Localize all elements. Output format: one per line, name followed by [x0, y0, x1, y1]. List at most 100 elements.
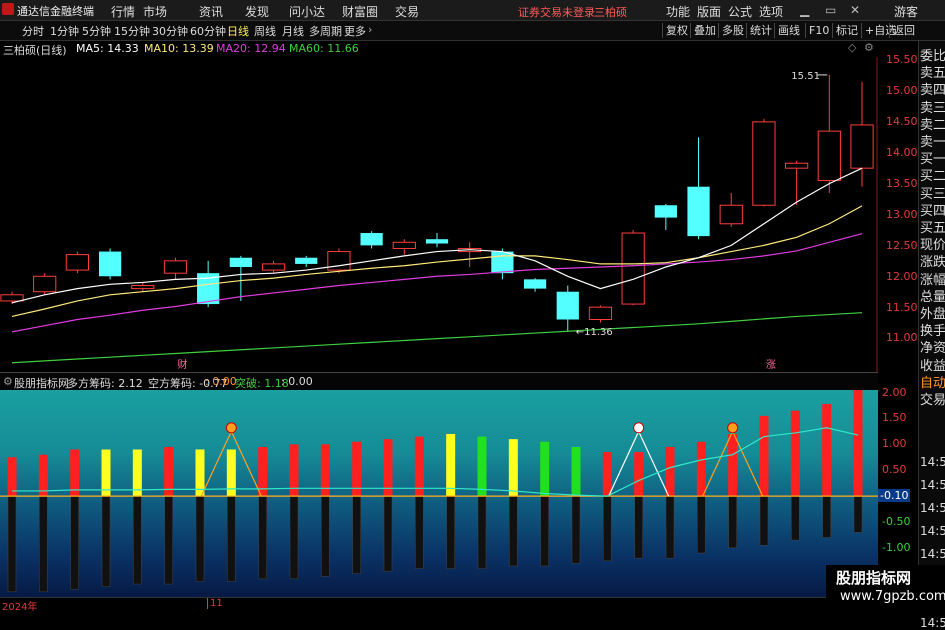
menu-item-function[interactable]: 功能	[666, 3, 690, 20]
bull-chip-bar	[822, 403, 832, 497]
price-tick: 15.50	[886, 53, 918, 66]
candle-body	[229, 257, 252, 267]
bull-chip-bar	[508, 439, 518, 497]
bull-chip-bar	[728, 433, 738, 497]
bear-chip-bar	[822, 495, 831, 538]
indicator-bull-value: 多方筹码: 2.12	[67, 377, 143, 390]
indicator-settings-icon[interactable]: ⚙	[3, 375, 13, 388]
adjust-button[interactable]: 复权	[662, 23, 691, 38]
bull-chip-bar	[665, 446, 675, 497]
price-tick: 14.00	[886, 146, 918, 159]
bull-chip-bar	[446, 433, 456, 497]
menu-item-formula[interactable]: 公式	[728, 3, 752, 20]
mark-button[interactable]: 标记	[832, 23, 861, 38]
login-warning[interactable]: 证券交易未登录	[518, 4, 595, 20]
side-panel-label: 买三	[920, 186, 945, 202]
diamond-icon[interactable]: ◇	[848, 41, 856, 54]
app-title: 通达信金融终端	[17, 5, 94, 18]
menu-item-options[interactable]: 选项	[759, 3, 783, 20]
bull-chip-bar	[101, 449, 111, 497]
indicator-panel[interactable]	[0, 390, 878, 597]
tab-60min[interactable]: 60分钟	[190, 23, 226, 39]
candle-body	[425, 239, 449, 244]
bull-chip-bar	[383, 439, 393, 497]
tab-timeshare[interactable]: 分时	[22, 23, 44, 39]
menu-item-trade[interactable]: 交易	[395, 3, 419, 20]
menu-item-news[interactable]: 资讯	[199, 3, 223, 20]
settings-icon[interactable]: ⚙	[864, 41, 874, 54]
chart-background	[0, 57, 878, 372]
indicator-value-5: : 0.00	[281, 375, 313, 388]
bull-chip-bar	[477, 436, 487, 497]
indicator-name[interactable]: 股朋指标网	[14, 375, 69, 391]
menu-item-discover[interactable]: 发现	[245, 3, 269, 20]
bear-chip-bar	[697, 495, 706, 554]
minimize-icon[interactable]: ▁	[800, 3, 809, 17]
bull-chip-bar	[7, 457, 17, 497]
candle-body	[360, 233, 383, 246]
draw-line-button[interactable]: 画线	[774, 23, 803, 38]
candlestick-chart[interactable]: 15.51 ←11.36 财 涨	[0, 57, 878, 372]
side-panel-label[interactable]: 交易	[920, 389, 945, 408]
restore-icon[interactable]: ▭	[825, 3, 836, 17]
multi-stock-button[interactable]: 多股	[718, 23, 747, 38]
bear-chip-bar	[634, 495, 643, 559]
indicator-tick: 2.00	[882, 385, 907, 399]
price-tick: 13.00	[886, 208, 918, 221]
f10-button[interactable]: F10	[805, 23, 832, 38]
menu-item-wealth[interactable]: 财富圈	[342, 3, 378, 20]
side-panel-label: 外盘	[920, 307, 945, 322]
price-tick: 14.50	[886, 115, 918, 128]
tab-multi-period[interactable]: 多周期	[309, 23, 342, 39]
bear-chip-bar	[195, 495, 205, 582]
bear-chip-bar	[853, 495, 863, 533]
quote-side-panel: 委比 卖五 卖四 卖三 卖二 卖一 买一 买二 买三 买四 买五 现价 涨跌 涨幅 总量 外盘 换手 净资 收益 自动…	[918, 41, 945, 630]
tab-30min[interactable]: 30分钟	[152, 23, 188, 39]
bear-chip-bar	[7, 495, 17, 593]
candle-body	[588, 306, 613, 321]
ma-legend: 三柏硕(日线) MA5: 14.33 MA10: 13.39 MA20: 12.…	[0, 41, 878, 57]
indicator-header: ⚙ 股朋指标网 多方筹码: 2.12 空方筹码: -0.77 : 0.00 突破…	[0, 372, 878, 391]
stats-button[interactable]: 统计	[746, 23, 775, 38]
bull-chip-bar	[164, 446, 174, 497]
side-panel-label[interactable]: 自动	[920, 372, 945, 391]
watermark: 股朋指标网 www.7gpzb.com	[826, 565, 945, 609]
side-panel-label: 卖二	[920, 117, 945, 133]
menu-item-market[interactable]: 市场	[143, 3, 167, 20]
bear-chip-bar	[446, 495, 455, 569]
bull-chip-bar	[696, 441, 706, 497]
indicator-chart[interactable]	[0, 390, 878, 597]
candle-body	[131, 285, 155, 290]
indicator-tick: 0.50	[882, 463, 907, 477]
menu-item-quotes[interactable]: 行情	[111, 3, 135, 20]
tab-15min[interactable]: 15分钟	[114, 23, 150, 39]
bear-chip-bar	[352, 495, 361, 574]
back-button[interactable]: 返回	[889, 23, 918, 38]
ma60-label: MA60: 11.66	[289, 42, 359, 55]
watermark-line2: www.7gpzb.com	[840, 589, 945, 604]
bear-chip-bar	[133, 495, 142, 585]
candle-body	[556, 291, 579, 320]
bear-chip-bar	[571, 495, 581, 564]
tab-monthly[interactable]: 月线	[282, 23, 304, 39]
close-icon[interactable]: ✕	[850, 3, 860, 17]
side-panel-label: 卖四	[920, 83, 945, 99]
overlay-button[interactable]: 叠加	[690, 23, 719, 38]
price-tick: 12.00	[886, 270, 918, 283]
tab-5min[interactable]: 5分钟	[82, 23, 111, 39]
date-axis: 2024年 11	[0, 597, 878, 613]
bear-chip-bar	[791, 495, 800, 541]
trade-time: 14:56	[920, 547, 945, 561]
candle-body	[295, 257, 318, 264]
tab-more[interactable]: 更多	[344, 23, 366, 39]
guest-user[interactable]: 游客	[894, 3, 918, 20]
ma20-label: MA20: 12.94	[216, 42, 286, 55]
side-panel-label: 买二	[920, 169, 945, 185]
tab-weekly[interactable]: 周线	[254, 23, 276, 39]
side-panel-label: 涨跌	[920, 255, 945, 271]
tab-1min[interactable]: 1分钟	[50, 23, 79, 39]
menu-item-layout[interactable]: 版面	[697, 3, 721, 20]
chevron-right-icon[interactable]: ›	[368, 23, 372, 36]
tab-daily[interactable]: 日线	[227, 23, 249, 39]
menu-item-ask[interactable]: 问小达	[289, 3, 325, 20]
